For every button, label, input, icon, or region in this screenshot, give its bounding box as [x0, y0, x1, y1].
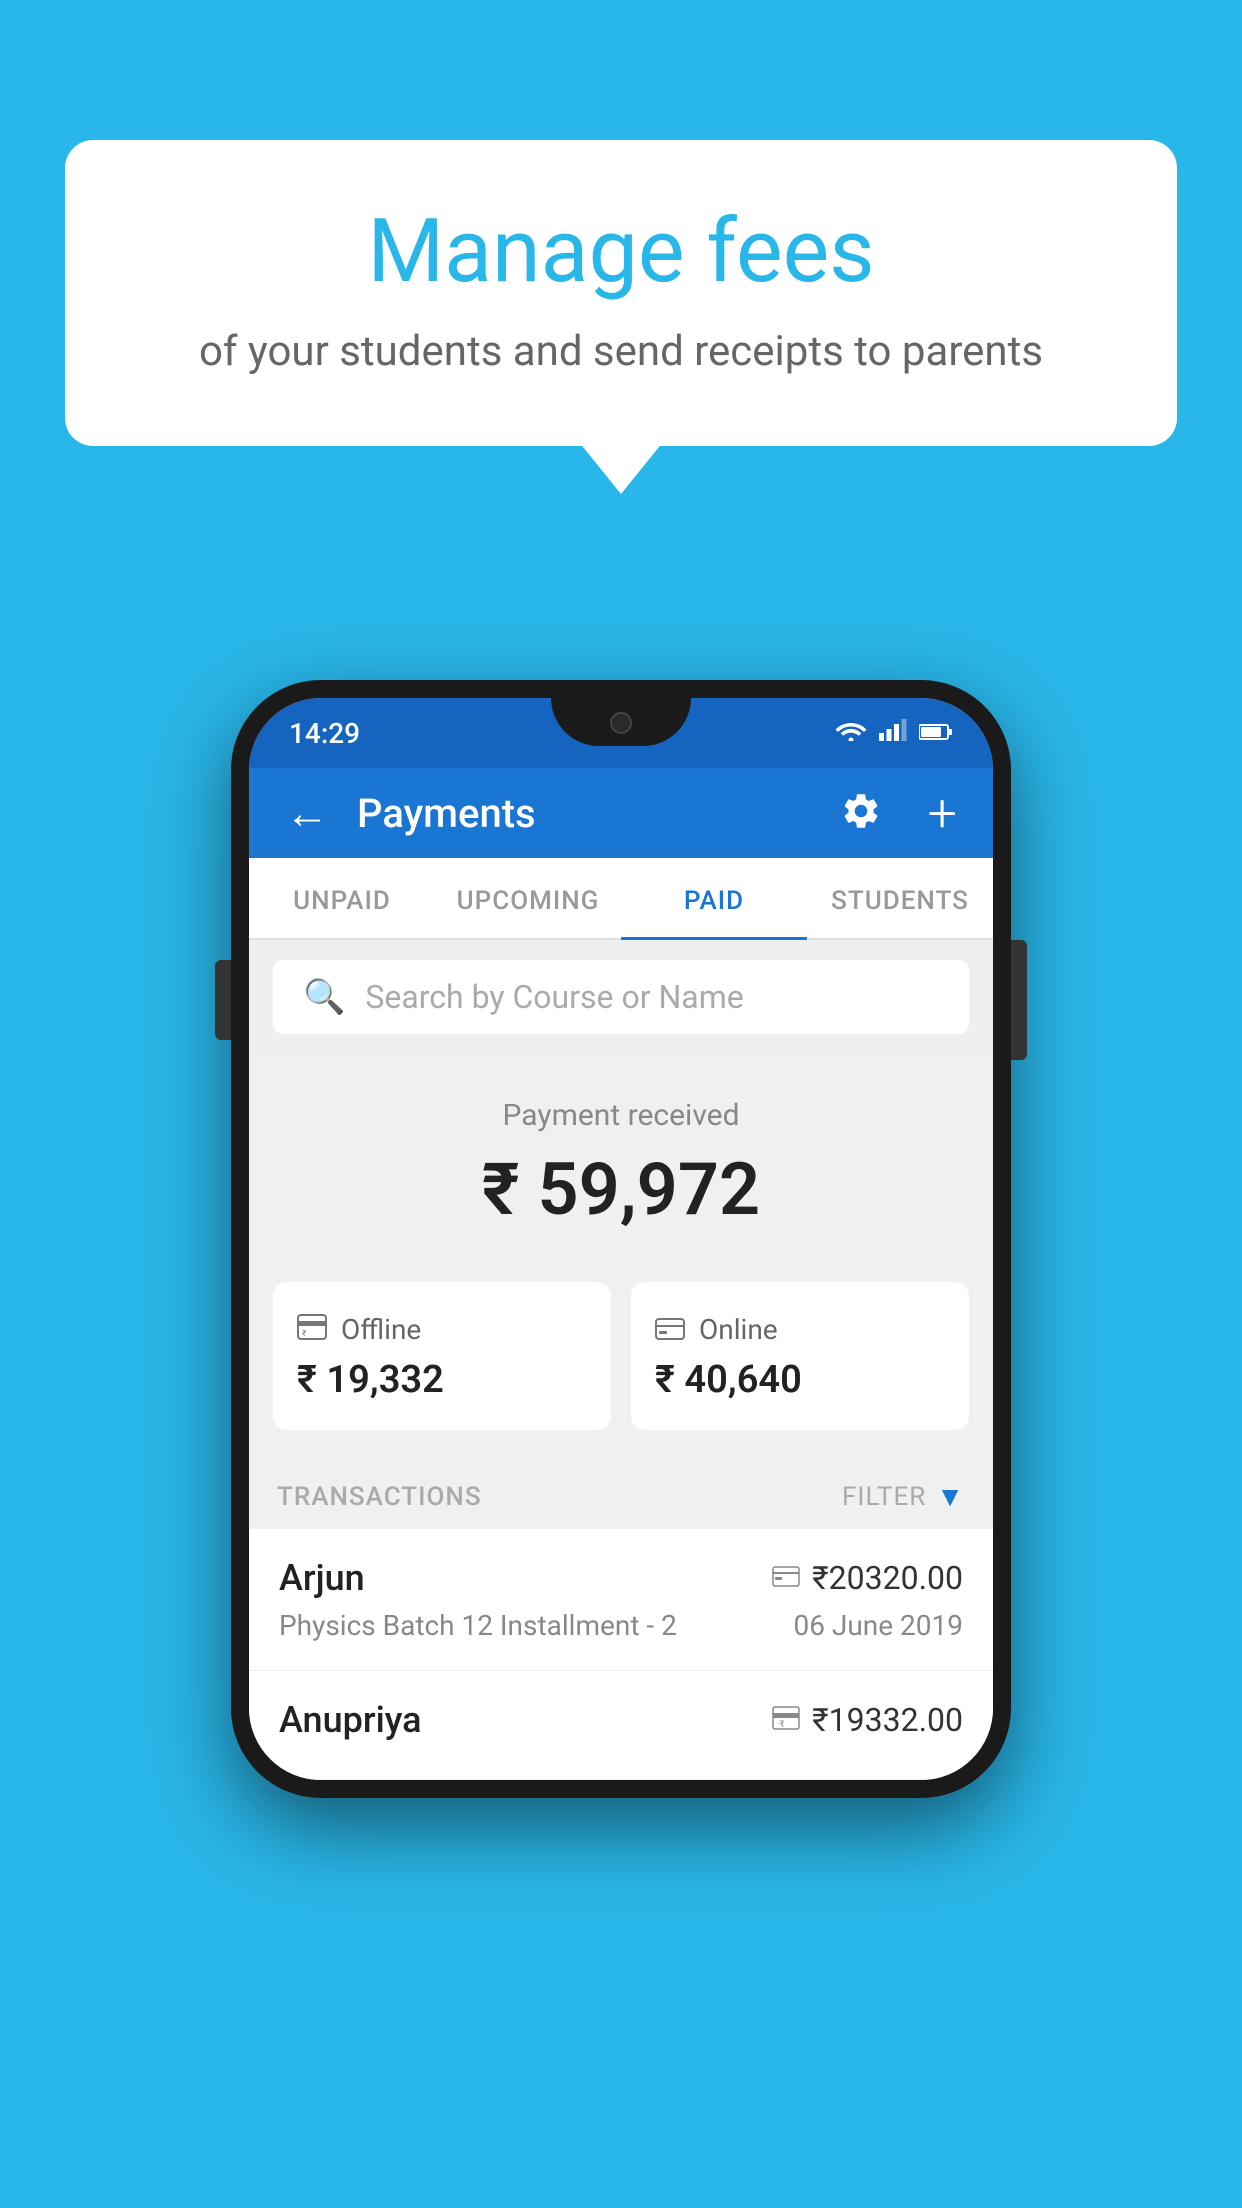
payment-cards: ₹ Offline ₹ 19,332 — [249, 1262, 993, 1460]
transaction-top: Anupriya ₹ ₹19332.00 — [279, 1699, 963, 1741]
settings-icon[interactable] — [840, 790, 882, 836]
back-button[interactable]: ← — [285, 787, 329, 839]
online-payment-card: Online ₹ 40,640 — [631, 1282, 969, 1430]
online-icon — [655, 1310, 685, 1348]
filter-label: FILTER — [842, 1482, 926, 1512]
transactions-label: TRANSACTIONS — [277, 1482, 482, 1512]
transaction-bottom: Physics Batch 12 Installment - 2 06 June… — [279, 1609, 963, 1642]
payment-received-amount: ₹ 59,972 — [279, 1147, 963, 1232]
signal-icon — [879, 718, 907, 748]
app-bar: ← Payments + — [249, 768, 993, 858]
add-button[interactable]: + — [928, 783, 957, 844]
transaction-row[interactable]: Anupriya ₹ ₹19332.00 — [249, 1671, 993, 1780]
page-title: Payments — [357, 790, 812, 837]
payment-received-section: Payment received ₹ 59,972 — [249, 1054, 993, 1262]
speech-bubble-container: Manage fees of your students and send re… — [65, 140, 1177, 446]
search-bar[interactable]: 🔍 Search by Course or Name — [273, 960, 969, 1034]
transactions-header: TRANSACTIONS FILTER ▼ — [249, 1460, 993, 1529]
search-bar-container: 🔍 Search by Course or Name — [249, 940, 993, 1054]
wifi-icon — [835, 718, 867, 748]
transaction-name: Arjun — [279, 1557, 365, 1599]
tab-paid[interactable]: PAID — [621, 858, 807, 938]
online-card-header: Online — [655, 1310, 945, 1348]
search-icon: 🔍 — [303, 977, 345, 1017]
transaction-top: Arjun ₹20320.00 — [279, 1557, 963, 1599]
tab-students[interactable]: STUDENTS — [807, 858, 993, 938]
transaction-date: 06 June 2019 — [793, 1609, 963, 1642]
tabs-container: UNPAID UPCOMING PAID STUDENTS — [249, 858, 993, 940]
transaction-row[interactable]: Arjun ₹20320.00 — [249, 1529, 993, 1671]
transaction-amount: ₹19332.00 — [812, 1701, 963, 1739]
status-icons — [835, 718, 953, 748]
phone-outer: 14:29 — [231, 680, 1011, 1798]
filter-button[interactable]: FILTER ▼ — [842, 1480, 965, 1513]
filter-icon: ▼ — [936, 1480, 965, 1513]
offline-amount: ₹ 19,332 — [297, 1358, 587, 1402]
transaction-amount-wrapper: ₹20320.00 — [772, 1559, 963, 1597]
offline-label: Offline — [341, 1313, 421, 1346]
transaction-course: Physics Batch 12 Installment - 2 — [279, 1609, 677, 1642]
svg-text:₹: ₹ — [779, 1719, 785, 1729]
offline-icon: ₹ — [297, 1310, 327, 1348]
phone-mockup: 14:29 — [231, 680, 1011, 1798]
online-label: Online — [699, 1313, 778, 1346]
battery-icon — [919, 718, 953, 748]
manage-fees-subtitle: of your students and send receipts to pa… — [145, 327, 1097, 376]
payment-received-label: Payment received — [279, 1098, 963, 1133]
transaction-amount: ₹20320.00 — [812, 1559, 963, 1597]
notch — [551, 698, 691, 746]
transaction-type-icon — [772, 1562, 800, 1595]
camera-dot — [610, 712, 632, 734]
svg-text:₹: ₹ — [302, 1329, 306, 1338]
search-placeholder: Search by Course or Name — [365, 978, 743, 1016]
speech-bubble: Manage fees of your students and send re… — [65, 140, 1177, 446]
tab-unpaid[interactable]: UNPAID — [249, 858, 435, 938]
manage-fees-title: Manage fees — [145, 200, 1097, 303]
online-amount: ₹ 40,640 — [655, 1358, 945, 1402]
offline-card-header: ₹ Offline — [297, 1310, 587, 1348]
content-area: 🔍 Search by Course or Name Payment recei… — [249, 940, 993, 1780]
transaction-amount-wrapper: ₹ ₹19332.00 — [772, 1701, 963, 1739]
phone-screen: 14:29 — [249, 698, 993, 1780]
status-time: 14:29 — [289, 717, 360, 750]
transaction-type-icon: ₹ — [772, 1704, 800, 1737]
transaction-name: Anupriya — [279, 1699, 422, 1741]
status-bar: 14:29 — [249, 698, 993, 768]
tab-upcoming[interactable]: UPCOMING — [435, 858, 621, 938]
offline-payment-card: ₹ Offline ₹ 19,332 — [273, 1282, 611, 1430]
